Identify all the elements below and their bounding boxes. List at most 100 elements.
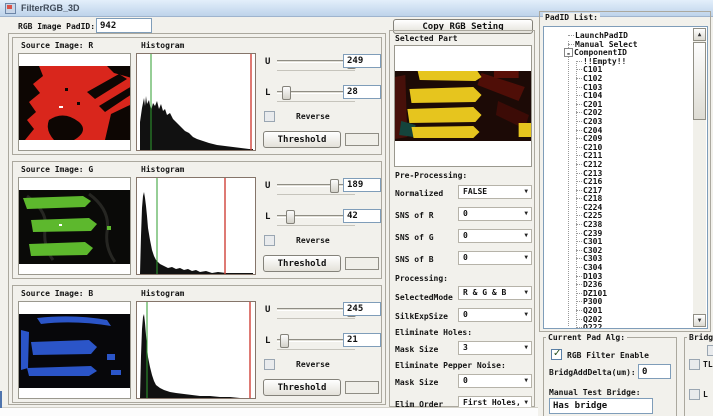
tree-item[interactable]: D236	[546, 280, 691, 289]
tree-item[interactable]: DZ101	[546, 289, 691, 298]
sns-g-dropdown[interactable]: 0 ▼	[458, 229, 532, 243]
u-slider-thumb[interactable]	[330, 179, 339, 193]
tree-item[interactable]: C225	[546, 211, 691, 220]
l-label: L	[265, 336, 270, 347]
selectedmode-dropdown[interactable]: R & G & B ▼	[458, 286, 532, 300]
tree-item[interactable]: C213	[546, 169, 691, 178]
tree-item[interactable]: !!Empty!!	[546, 57, 691, 66]
tree-item[interactable]: Q202	[546, 315, 691, 324]
tree-item[interactable]: C216	[546, 177, 691, 186]
slider-baseline	[277, 194, 355, 195]
tree-item[interactable]: C103	[546, 83, 691, 92]
mask-size-pepper-dropdown[interactable]: 0 ▼	[458, 374, 532, 388]
tree-item[interactable]: C101	[546, 65, 691, 74]
reverse-checkbox-b[interactable]	[264, 359, 275, 370]
silkexpsize-dropdown[interactable]: 0 ▼	[458, 308, 532, 322]
sns-b-dropdown[interactable]: 0 ▼	[458, 251, 532, 265]
histogram-g	[136, 177, 256, 275]
tree-item[interactable]: C301	[546, 237, 691, 246]
tree-item[interactable]: C302	[546, 246, 691, 255]
tree-item[interactable]: D103	[546, 272, 691, 281]
tree-item[interactable]: C218	[546, 194, 691, 203]
rgb-filter-enable-checkbox[interactable]	[551, 349, 562, 360]
tree-connector	[576, 95, 582, 96]
l-label: L	[265, 88, 270, 99]
chevron-down-icon: ▼	[524, 378, 528, 384]
threshold-result-field-g	[345, 257, 379, 270]
u-value-field-g[interactable]	[343, 178, 381, 192]
l-slider-thumb[interactable]	[282, 86, 291, 100]
tree-item[interactable]: C303	[546, 254, 691, 263]
u-value-field-r[interactable]	[343, 54, 381, 68]
threshold-button-g[interactable]: Threshold	[263, 255, 341, 272]
tree-item[interactable]: C104	[546, 91, 691, 100]
tree-connector	[576, 138, 582, 139]
tree-item[interactable]: C211	[546, 151, 691, 160]
bridge-l-checkbox[interactable]	[689, 389, 700, 400]
tree-item[interactable]: C239	[546, 229, 691, 238]
sns-r-dropdown[interactable]: 0 ▼	[458, 207, 532, 221]
tree-connector	[576, 173, 582, 174]
reverse-checkbox-g[interactable]	[264, 235, 275, 246]
tree-item[interactable]: C204	[546, 126, 691, 135]
tree-item[interactable]: C212	[546, 160, 691, 169]
slider-baseline	[277, 225, 355, 226]
bridge-top-checkbox[interactable]	[707, 345, 713, 356]
window-title: FilterRGB_3D	[21, 3, 80, 13]
tree-item[interactable]: C201	[546, 100, 691, 109]
l-value-field-r[interactable]	[343, 85, 381, 99]
mask-size-holes-dropdown[interactable]: 3 ▼	[458, 341, 532, 355]
tree-item[interactable]: Manual Select	[546, 40, 691, 49]
tree-item[interactable]: C203	[546, 117, 691, 126]
source-image-r	[18, 53, 131, 151]
threshold-button-r[interactable]: Threshold	[263, 131, 341, 148]
current-pad-alg-title: Current Pad Alg:	[546, 333, 627, 343]
tree-item[interactable]: C102	[546, 74, 691, 83]
manual-test-bridge-field[interactable]	[549, 398, 653, 414]
tree-item[interactable]: LaunchPadID	[546, 31, 691, 40]
u-label: U	[265, 57, 270, 68]
tree-item[interactable]: C210	[546, 143, 691, 152]
selected-part-panel: Selected Part Pre-Processing: Normalized…	[389, 30, 535, 407]
tree-connector	[576, 87, 582, 88]
slider-baseline	[277, 349, 355, 350]
normalized-dropdown[interactable]: FALSE ▼	[458, 185, 532, 199]
window-bottom-edge	[0, 407, 538, 416]
padid-scrollbar[interactable]: ▲ ▼	[693, 28, 706, 327]
tree-item[interactable]: C202	[546, 108, 691, 117]
pepper-noise-heading: Eliminate Pepper Noise:	[395, 361, 506, 371]
tree-connector	[576, 310, 582, 311]
pad-id-field[interactable]	[96, 18, 152, 33]
chevron-down-icon: ▼	[524, 255, 528, 261]
chevron-down-icon: ▼	[524, 400, 528, 406]
tree-item[interactable]: C238	[546, 220, 691, 229]
tree-item[interactable]: C217	[546, 186, 691, 195]
tree-item[interactable]: Q201	[546, 306, 691, 315]
scrollbar-thumb[interactable]	[693, 42, 706, 120]
reverse-label: Reverse	[296, 360, 330, 370]
scroll-down-icon[interactable]: ▼	[693, 314, 706, 327]
tree-item[interactable]: C224	[546, 203, 691, 212]
l-value-field-g[interactable]	[343, 209, 381, 223]
bridge-tl-checkbox[interactable]	[689, 359, 700, 370]
tree-item[interactable]: C304	[546, 263, 691, 272]
tree-item[interactable]: C209	[546, 134, 691, 143]
padid-listbox[interactable]: LaunchPadIDManual Select-ComponentID!!Em…	[543, 26, 708, 329]
threshold-button-b[interactable]: Threshold	[263, 379, 341, 396]
u-value-field-b[interactable]	[343, 302, 381, 316]
reverse-checkbox-r[interactable]	[264, 111, 275, 122]
tree-item[interactable]: Q222	[546, 323, 691, 328]
tree-item-label: Q222	[583, 323, 602, 328]
tree-item[interactable]: -ComponentID	[546, 48, 691, 57]
tree-connector	[568, 44, 574, 45]
scroll-up-icon[interactable]: ▲	[693, 28, 706, 41]
chevron-down-icon: ▼	[524, 312, 528, 318]
tree-connector	[576, 207, 582, 208]
bridge-add-delta-field[interactable]	[638, 364, 671, 379]
tree-item[interactable]: P300	[546, 297, 691, 306]
l-value-field-b[interactable]	[343, 333, 381, 347]
l-slider-thumb[interactable]	[286, 210, 295, 224]
l-slider-thumb[interactable]	[280, 334, 289, 348]
selected-part-image	[394, 45, 532, 167]
tree-connector	[576, 164, 582, 165]
